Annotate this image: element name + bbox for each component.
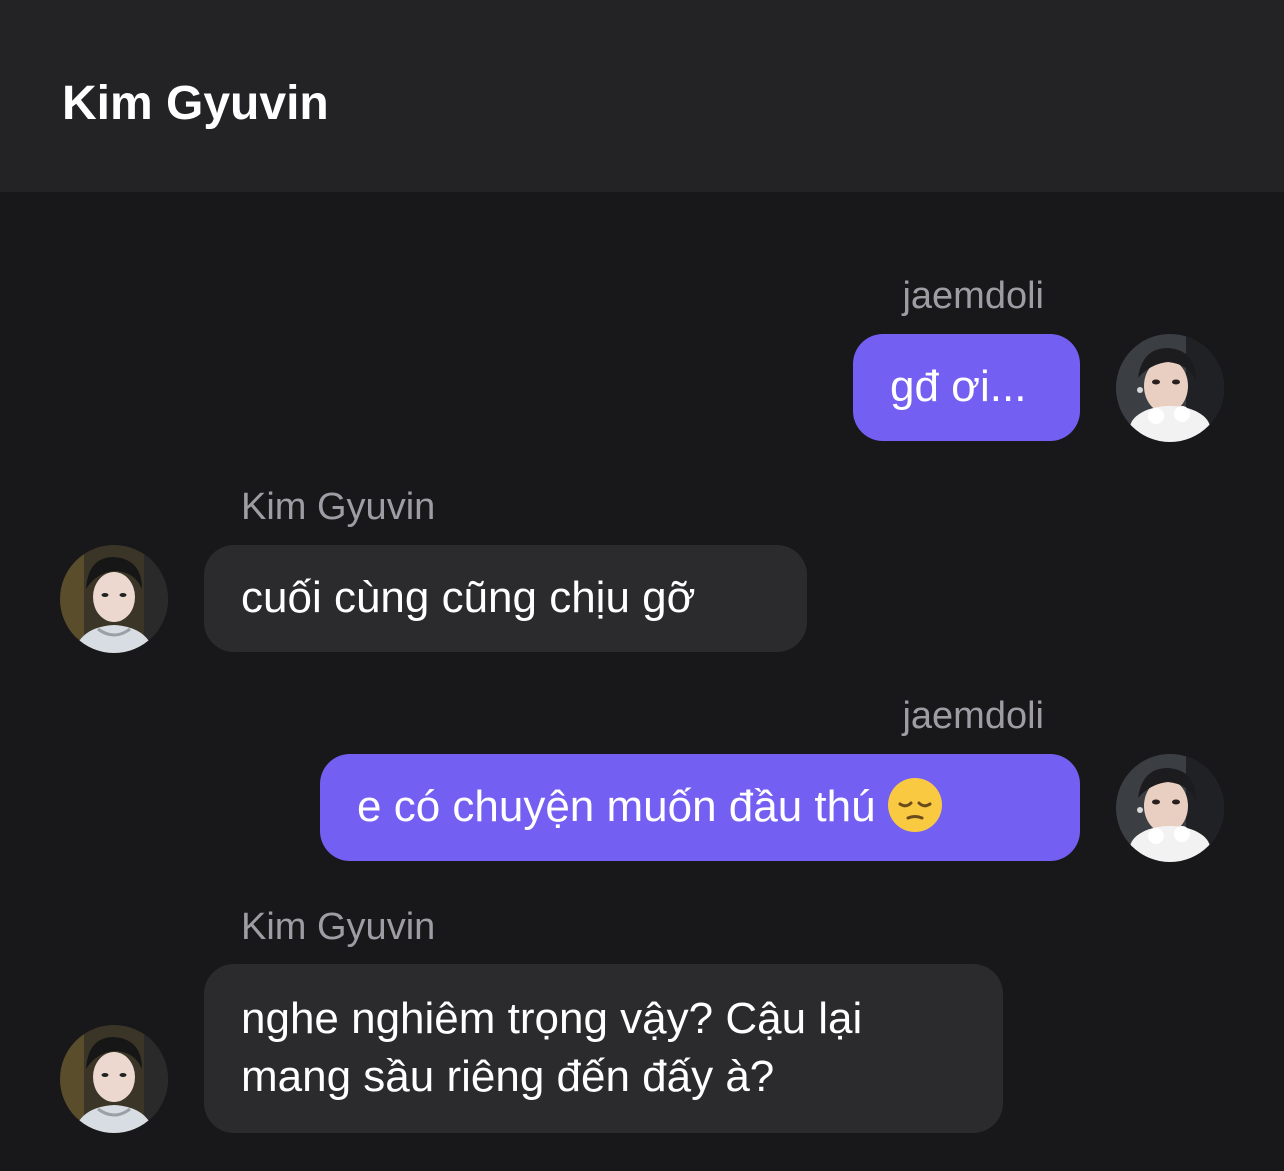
avatar-kim-gyuvin-image: [60, 1025, 168, 1133]
avatar-jaemdoli[interactable]: [1116, 754, 1224, 862]
avatar-jaemdoli-image: [1116, 334, 1224, 442]
sender-name: Kim Gyuvin: [241, 906, 436, 948]
chat-screen: Kim Gyuvin jaemdoli gđ ơi... Kim Gyuvin: [0, 0, 1284, 1171]
avatar-kim-gyuvin[interactable]: [60, 1025, 168, 1133]
avatar-kim-gyuvin-image: [60, 545, 168, 653]
message-bubble-sent[interactable]: gđ ơi...: [853, 334, 1080, 441]
avatar-kim-gyuvin[interactable]: [60, 545, 168, 653]
message-bubble-sent[interactable]: e có chuyện muốn đầu thú: [320, 754, 1080, 861]
avatar-jaemdoli[interactable]: [1116, 334, 1224, 442]
chat-header: Kim Gyuvin: [0, 0, 1284, 192]
avatar-jaemdoli-image: [1116, 754, 1224, 862]
sender-name: jaemdoli: [902, 275, 1044, 317]
message-bubble-received[interactable]: cuối cùng cũng chịu gỡ: [204, 545, 807, 652]
sender-name: jaemdoli: [902, 695, 1044, 737]
message-text: cuối cùng cũng chịu gỡ: [241, 573, 696, 622]
pensive-face-emoji-icon: [887, 778, 942, 833]
message-bubble-received[interactable]: nghe nghiêm trọng vậy? Cậu lại mang sầu …: [204, 964, 1003, 1133]
message-text: e có chuyện muốn đầu thú: [357, 782, 876, 831]
message-text-line: nghe nghiêm trọng vậy? Cậu lại: [241, 994, 863, 1043]
sender-name: Kim Gyuvin: [241, 486, 436, 528]
message-text-line: mang sầu riêng đến đấy à?: [241, 1052, 775, 1101]
chat-title[interactable]: Kim Gyuvin: [62, 76, 329, 132]
message-text: gđ ơi...: [890, 362, 1027, 411]
